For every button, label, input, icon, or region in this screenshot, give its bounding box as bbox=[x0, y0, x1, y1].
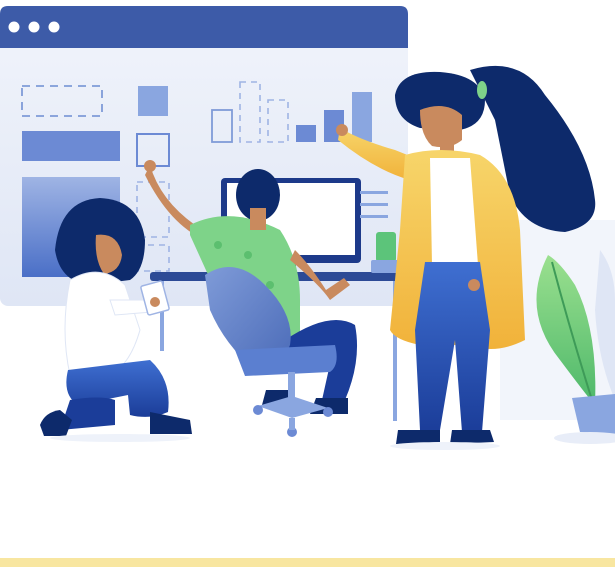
illustration-canvas bbox=[0, 6, 615, 567]
window-title-bar bbox=[0, 6, 408, 48]
team-collaboration-illustration bbox=[0, 0, 615, 567]
floor-shadow bbox=[50, 434, 190, 442]
window-dot bbox=[28, 21, 40, 33]
window-dot bbox=[48, 21, 60, 33]
hair-tie bbox=[477, 81, 487, 99]
window-dot bbox=[8, 21, 20, 33]
floor-shadow bbox=[390, 442, 500, 450]
floor-stripe bbox=[0, 558, 615, 567]
